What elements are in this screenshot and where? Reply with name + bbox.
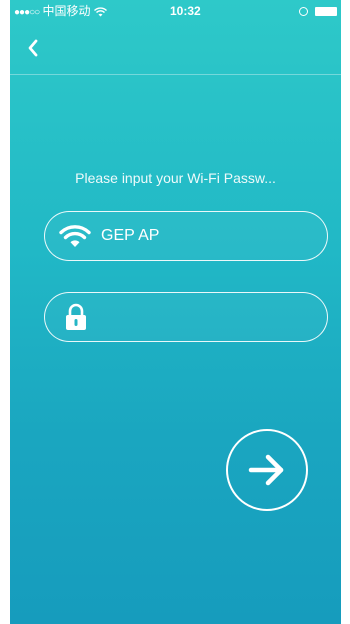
status-right	[298, 0, 337, 22]
navigation-bar	[10, 22, 341, 75]
wifi-icon	[59, 225, 91, 247]
rotation-lock-icon	[298, 7, 308, 17]
password-input[interactable]	[101, 301, 315, 335]
battery-icon	[315, 7, 337, 17]
status-bar: ●●●○○ 中国移动 10:32	[10, 0, 341, 22]
lock-icon	[66, 303, 86, 330]
wifi-icon	[93, 7, 107, 17]
password-field[interactable]	[44, 292, 328, 342]
arrow-right-icon	[248, 454, 284, 486]
wifi-password-prompt: Please input your Wi-Fi Passw...	[75, 170, 276, 186]
ssid-value: GEP AP	[101, 227, 160, 244]
next-button[interactable]	[226, 429, 308, 511]
status-time: 10:32	[170, 4, 201, 18]
signal-strength-icon: ●●●○○	[14, 7, 40, 18]
back-button[interactable]	[22, 36, 46, 60]
carrier-name: 中国移动	[42, 4, 91, 18]
ssid-field[interactable]: GEP AP	[44, 211, 328, 261]
chevron-left-icon	[28, 39, 38, 57]
app-screen: ●●●○○ 中国移动 10:32 Please input your Wi-Fi…	[10, 0, 341, 624]
carrier-info: ●●●○○ 中国移动	[14, 0, 107, 24]
